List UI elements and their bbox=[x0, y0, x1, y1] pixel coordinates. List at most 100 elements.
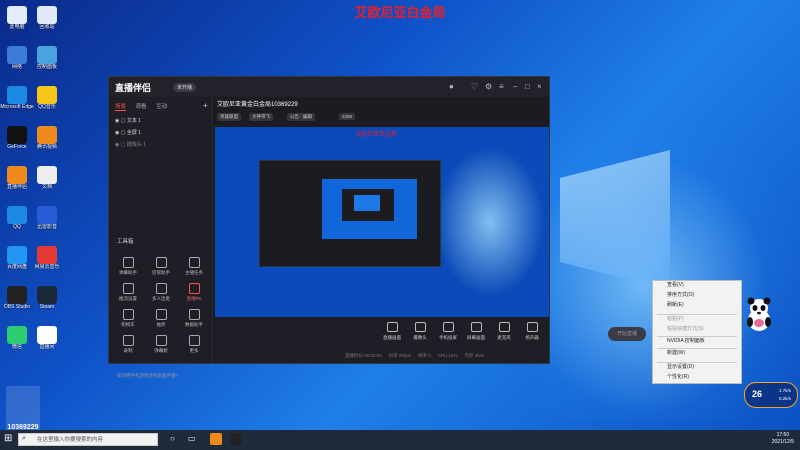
desktop-icon[interactable]: 文档 bbox=[30, 166, 64, 190]
desktop-icon[interactable]: 微信 bbox=[0, 326, 34, 350]
desktop-app-icon bbox=[7, 246, 27, 264]
system-clock[interactable]: 17:50 2021/12/5 bbox=[772, 432, 794, 446]
close-icon[interactable]: × bbox=[537, 82, 542, 91]
desktop-app-icon bbox=[7, 86, 27, 104]
category-tag[interactable]: 英雄联盟 bbox=[217, 113, 241, 121]
desktop-icon[interactable]: 控制面板 bbox=[30, 46, 64, 70]
menu-icon[interactable]: ≡ bbox=[499, 82, 504, 91]
desktop-icon[interactable]: 腾讯视频 bbox=[30, 126, 64, 150]
tool-icon bbox=[155, 283, 167, 294]
toolbox-item[interactable]: 多人连麦 bbox=[146, 283, 176, 302]
desktop-context-menu: 查看(V) 排序方式(O) 刷新(E) 粘贴(P) 粘贴快捷方式(S) NVIDIA 控制… bbox=[652, 280, 742, 384]
tool-label: 弹幕姬 bbox=[154, 348, 168, 353]
context-menu-item[interactable]: 显示设置(D) bbox=[667, 363, 694, 370]
desktop-icon[interactable]: 直播伴侣 bbox=[0, 166, 34, 190]
desktop-app-icon bbox=[7, 166, 27, 184]
scene-tabs: 场景 观看 互动 + bbox=[115, 101, 208, 111]
toolbox-item[interactable]: 更多 bbox=[179, 335, 209, 354]
tab-interact[interactable]: 互动 bbox=[156, 104, 167, 110]
game-taskbar-icon[interactable] bbox=[230, 433, 242, 445]
desktop-icon[interactable]: QQ bbox=[0, 206, 34, 230]
app-titlebar[interactable]: 直播伴侣 未开播 ● ♡ ⚙ ≡ – □ × bbox=[109, 77, 549, 97]
desktop-app-icon bbox=[37, 86, 57, 104]
desktop-icon[interactable]: GeForce bbox=[0, 126, 34, 150]
preview-wallpaper-glow bbox=[435, 147, 545, 297]
tool-icon bbox=[155, 309, 167, 320]
desktop-icon[interactable]: QQ音乐 bbox=[30, 86, 64, 110]
scene-panel: 场景 观看 互动 + ◉ ▢ 文本 1 ◉ ▢ 全屏 1 ◉ ▢ 摄像头 1 工… bbox=[109, 97, 213, 378]
notice-tag[interactable]: 公告 · 编辑 bbox=[287, 113, 315, 121]
tool-label: 主播任务 bbox=[185, 270, 203, 275]
capture-source-button[interactable]: 扬声器 bbox=[515, 322, 549, 341]
tool-label: 房管助手 bbox=[152, 270, 170, 275]
desktop-icon[interactable]: 直播间 bbox=[30, 326, 64, 350]
toolbox-item[interactable]: 数据助手 bbox=[179, 309, 209, 328]
context-menu-item[interactable]: 个性化(R) bbox=[667, 373, 689, 380]
context-menu-item[interactable]: 粘贴快捷方式(S) bbox=[667, 325, 704, 332]
toolbox-item[interactable]: 推流设置 bbox=[113, 283, 143, 302]
desktop-icon[interactable]: 网络 bbox=[0, 46, 34, 70]
weather-speed-widget[interactable]: 26 1.7k/s 0.2k/s bbox=[744, 382, 798, 408]
add-scene-icon[interactable]: + bbox=[203, 101, 208, 110]
context-menu-item[interactable]: NVIDIA 控制面板 bbox=[667, 337, 705, 344]
maximize-icon[interactable]: □ bbox=[525, 82, 530, 91]
source-item[interactable]: ◉ ▢ 文本 1 bbox=[115, 117, 141, 124]
stream-app-taskbar-icon[interactable] bbox=[210, 433, 222, 445]
room-title[interactable]: 艾欧尼亚黄金白金局10369229 bbox=[217, 99, 298, 108]
desktop-icon[interactable]: Microsoft Edge bbox=[0, 86, 34, 110]
context-menu-item[interactable]: 粘贴(P) bbox=[667, 315, 684, 322]
source-item[interactable]: ◉ ▢ 摄像头 1 bbox=[115, 141, 146, 148]
category-tag[interactable]: 大神带飞 bbox=[249, 113, 273, 121]
desktop-icon-label: OBS Studio bbox=[3, 304, 31, 310]
stream-app-window[interactable]: 直播伴侣 未开播 ● ♡ ⚙ ≡ – □ × 场景 观看 互动 + ◉ ▢ 文本… bbox=[108, 76, 646, 378]
desktop-icon[interactable]: 回收站 bbox=[30, 6, 64, 30]
cortana-icon[interactable]: ○ bbox=[170, 434, 175, 443]
desktop-app-icon bbox=[7, 6, 27, 24]
capture-source-icon bbox=[526, 322, 538, 332]
desktop-app-icon bbox=[7, 286, 27, 304]
toolbox-item[interactable]: 房管助手 bbox=[146, 257, 176, 276]
desktop-app-icon bbox=[37, 326, 57, 344]
source-item[interactable]: ◉ ▢ 全屏 1 bbox=[115, 129, 141, 136]
start-live-button[interactable]: 开始直播 bbox=[608, 327, 646, 341]
context-menu-item[interactable]: 排序方式(O) bbox=[667, 291, 694, 298]
stream-preview[interactable]: 艾欧尼亚白金局 bbox=[215, 127, 549, 317]
minimize-icon[interactable]: – bbox=[513, 82, 517, 91]
recursive-preview-window bbox=[259, 160, 441, 267]
context-menu-item[interactable]: 刷新(E) bbox=[667, 301, 684, 308]
stream-stats: 直播时长 00:00:00 码率 0kbps 帧率 0 CPU 12% 内存 3… bbox=[345, 353, 484, 358]
context-menu-item[interactable]: 新建(W) bbox=[667, 349, 685, 356]
settings-icon[interactable]: ⚙ bbox=[485, 82, 492, 91]
desktop-icon[interactable]: 此电脑 bbox=[0, 6, 34, 30]
desktop-icon[interactable]: OBS Studio bbox=[0, 286, 34, 310]
search-input[interactable]: 在这里输入你要搜索的内容 bbox=[18, 433, 158, 446]
desktop-icon[interactable]: 百度网盘 bbox=[0, 246, 34, 270]
task-view-icon[interactable]: ▭ bbox=[188, 434, 196, 443]
avatar-icon[interactable]: ● bbox=[449, 82, 454, 91]
context-menu-item[interactable]: 查看(V) bbox=[667, 281, 684, 288]
download-speed: 0.2k/s bbox=[779, 396, 792, 401]
tab-watch[interactable]: 观看 bbox=[136, 104, 147, 110]
desktop-icon[interactable]: 迅雷影音 bbox=[30, 206, 64, 230]
toolbox-item[interactable]: 抽奖 bbox=[146, 309, 176, 328]
menu-separator bbox=[657, 336, 737, 337]
tool-label: 录制 bbox=[123, 348, 133, 353]
desktop-icon[interactable]: Steam bbox=[30, 286, 64, 310]
tool-icon bbox=[188, 309, 200, 320]
toolbox-item[interactable]: 弹幕助手 bbox=[113, 257, 143, 276]
desktop-icon[interactable]: 网易云音乐 bbox=[30, 246, 64, 270]
start-icon[interactable]: ⊞ bbox=[4, 433, 12, 444]
live-status-tag[interactable]: 未开播 bbox=[173, 83, 197, 92]
tool-label: 抽奖 bbox=[156, 322, 166, 327]
toolbox-item[interactable]: 主播任务 bbox=[179, 257, 209, 276]
tab-scene[interactable]: 场景 bbox=[115, 104, 127, 111]
skin-icon[interactable]: ♡ bbox=[471, 82, 478, 91]
help-hint-link[interactable]: 如何把手机游戏连接画面开播? bbox=[117, 373, 178, 379]
tool-icon bbox=[122, 335, 134, 346]
toolbox-item[interactable]: 弹幕姬 bbox=[146, 335, 176, 354]
toolbox-item[interactable]: 录制 bbox=[113, 335, 143, 354]
toolbox-item[interactable]: 连线PK bbox=[179, 283, 209, 302]
toolbox-item[interactable]: 购物车 bbox=[113, 309, 143, 328]
tool-label: 多人连麦 bbox=[152, 296, 170, 301]
desktop-icon-label: 文档 bbox=[41, 184, 52, 190]
